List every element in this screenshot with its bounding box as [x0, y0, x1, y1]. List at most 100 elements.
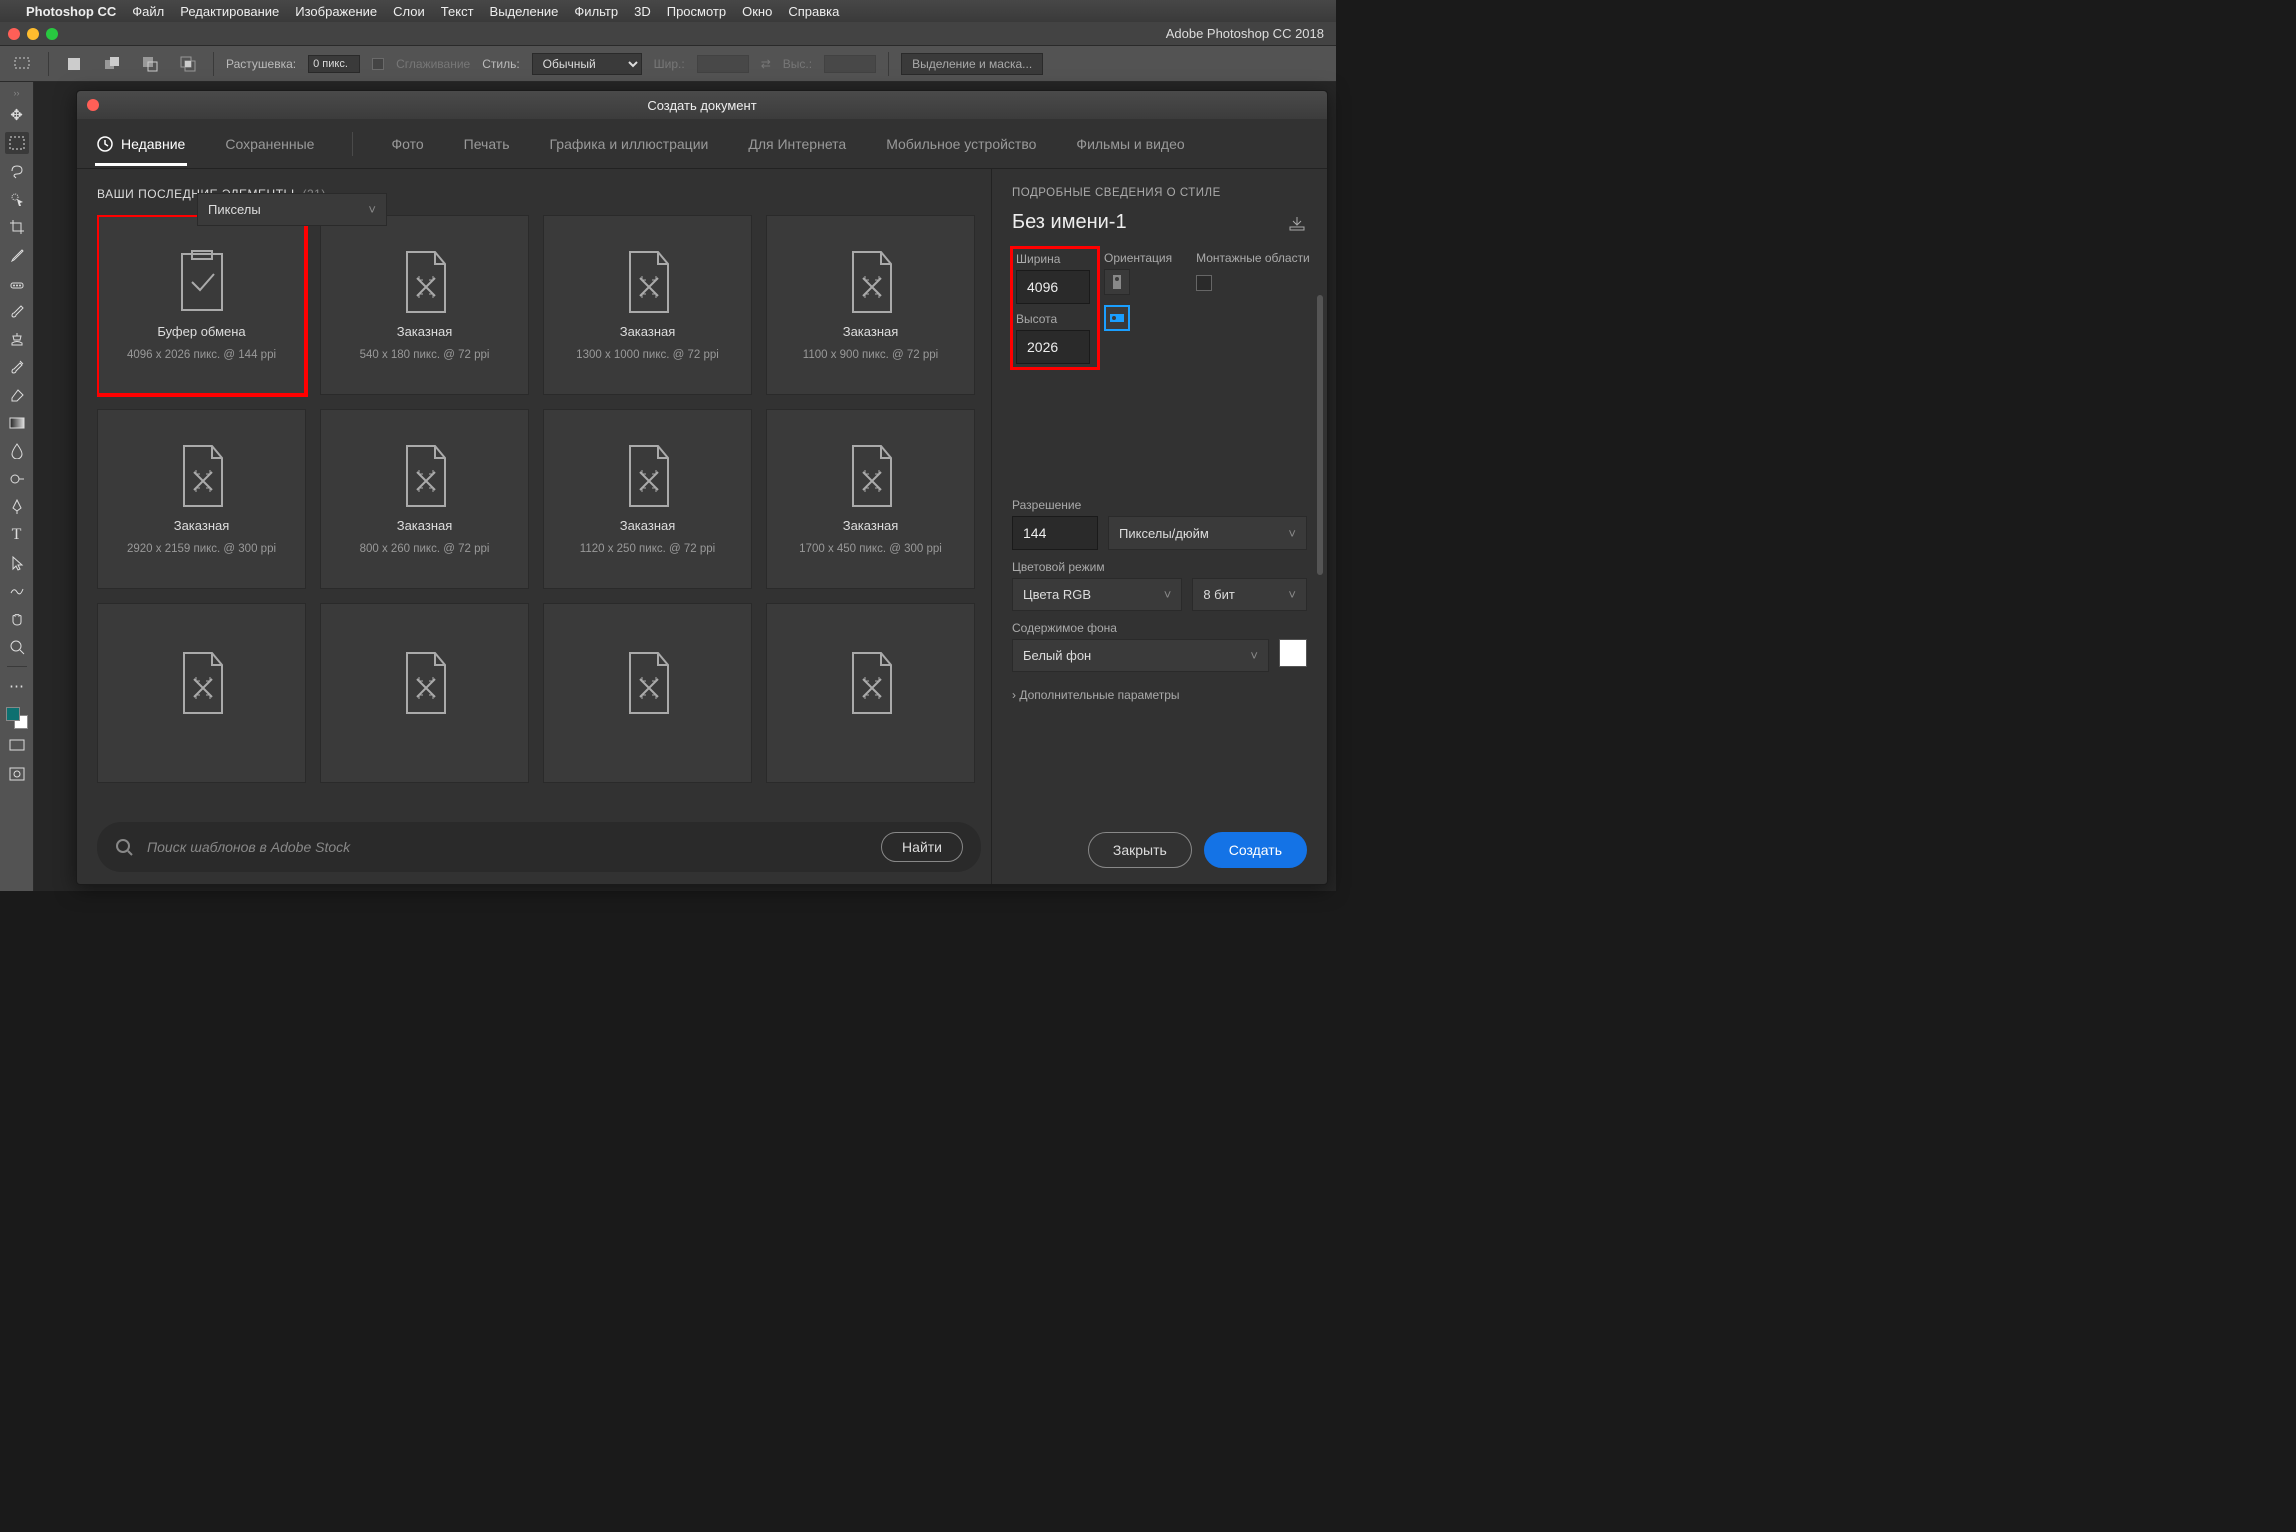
selection-intersect-icon[interactable]: [175, 51, 201, 77]
rectangular-marquee-tool[interactable]: [5, 132, 29, 154]
width-label: Шир.:: [654, 57, 685, 71]
healing-brush-tool[interactable]: [5, 272, 29, 294]
close-button[interactable]: Закрыть: [1088, 832, 1192, 868]
blur-tool[interactable]: [5, 440, 29, 462]
find-button[interactable]: Найти: [881, 832, 963, 862]
menu-window[interactable]: Окно: [742, 4, 772, 19]
preset-card[interactable]: [543, 603, 752, 783]
preset-card[interactable]: Заказная1100 x 900 пикс. @ 72 ppi: [766, 215, 975, 395]
feather-label: Растушевка:: [226, 57, 296, 71]
orientation-portrait[interactable]: [1104, 269, 1130, 295]
tab-video[interactable]: Фильмы и видео: [1074, 122, 1186, 166]
move-tool[interactable]: ✥: [5, 104, 29, 126]
hand-tool[interactable]: [5, 608, 29, 630]
preset-card[interactable]: Буфер обмена4096 x 2026 пикс. @ 144 ppi: [97, 215, 306, 395]
lasso-tool[interactable]: [5, 160, 29, 182]
fullscreen-window-button[interactable]: [46, 28, 58, 40]
gradient-tool[interactable]: [5, 412, 29, 434]
selection-subtract-icon[interactable]: [137, 51, 163, 77]
clone-stamp-tool[interactable]: [5, 328, 29, 350]
app-menu[interactable]: Photoshop CC: [26, 4, 116, 19]
preset-card[interactable]: [766, 603, 975, 783]
bg-color-swatch[interactable]: [1279, 639, 1307, 667]
dialog-titlebar: Создать документ: [77, 91, 1327, 119]
menu-image[interactable]: Изображение: [295, 4, 377, 19]
bit-depth-select[interactable]: 8 бит˅: [1192, 578, 1307, 611]
pen-tool[interactable]: [5, 496, 29, 518]
tab-saved[interactable]: Сохраненные: [223, 122, 316, 166]
preset-card[interactable]: Заказная1300 x 1000 пикс. @ 72 ppi: [543, 215, 752, 395]
brush-tool[interactable]: [5, 300, 29, 322]
resolution-units-select[interactable]: Пикселы/дюйм˅: [1108, 516, 1307, 550]
close-window-button[interactable]: [8, 28, 20, 40]
preset-card[interactable]: Заказная540 x 180 пикс. @ 72 ppi: [320, 215, 529, 395]
screen-mode-icon[interactable]: [5, 735, 29, 757]
path-select-tool[interactable]: [5, 552, 29, 574]
preset-scrollbar[interactable]: [1317, 295, 1323, 575]
create-button[interactable]: Создать: [1204, 832, 1307, 868]
color-swatches[interactable]: [6, 707, 28, 729]
tab-mobile[interactable]: Мобильное устройство: [884, 122, 1038, 166]
tab-photo[interactable]: Фото: [389, 122, 425, 166]
menu-type[interactable]: Текст: [441, 4, 474, 19]
selection-new-icon[interactable]: [61, 51, 87, 77]
preset-spec: 4096 x 2026 пикс. @ 144 ppi: [127, 349, 276, 361]
preset-card[interactable]: Заказная2920 x 2159 пикс. @ 300 ppi: [97, 409, 306, 589]
antialias-checkbox[interactable]: [372, 58, 384, 70]
menu-select[interactable]: Выделение: [490, 4, 559, 19]
preset-name: Заказная: [620, 518, 676, 533]
preset-card[interactable]: [97, 603, 306, 783]
select-and-mask-button[interactable]: Выделение и маска...: [901, 53, 1043, 75]
history-brush-tool[interactable]: [5, 356, 29, 378]
tool-preset-icon[interactable]: [10, 51, 36, 77]
edit-toolbar-icon[interactable]: ⋯: [5, 675, 29, 697]
shape-tool[interactable]: [5, 580, 29, 602]
width-label: Ширина: [1016, 252, 1094, 266]
menu-filter[interactable]: Фильтр: [574, 4, 618, 19]
bg-content-select[interactable]: Белый фон˅: [1012, 639, 1269, 672]
tab-print[interactable]: Печать: [462, 122, 512, 166]
crop-tool[interactable]: [5, 216, 29, 238]
height-input[interactable]: [1016, 330, 1090, 364]
color-mode-select[interactable]: Цвета RGB˅: [1012, 578, 1182, 611]
zoom-tool[interactable]: [5, 636, 29, 658]
resolution-input[interactable]: [1012, 516, 1098, 550]
sel-width-input[interactable]: [697, 55, 749, 73]
dialog-close-button[interactable]: [87, 99, 99, 111]
preset-card[interactable]: Заказная1120 x 250 пикс. @ 72 ppi: [543, 409, 752, 589]
menu-view[interactable]: Просмотр: [667, 4, 726, 19]
quick-mask-icon[interactable]: [5, 763, 29, 785]
orientation-landscape[interactable]: [1104, 305, 1130, 331]
width-input[interactable]: [1016, 270, 1090, 304]
eyedropper-tool[interactable]: [5, 244, 29, 266]
window-titlebar: Adobe Photoshop CC 2018: [0, 22, 1336, 46]
style-select[interactable]: Обычный: [532, 53, 642, 75]
quick-select-tool[interactable]: [5, 188, 29, 210]
menu-3d[interactable]: 3D: [634, 4, 651, 19]
type-tool[interactable]: T: [5, 524, 29, 546]
dialog-tabs: Недавние Сохраненные Фото Печать Графика…: [77, 119, 1327, 169]
minimize-window-button[interactable]: [27, 28, 39, 40]
menu-help[interactable]: Справка: [788, 4, 839, 19]
artboards-checkbox[interactable]: [1196, 275, 1212, 291]
menu-file[interactable]: Файл: [132, 4, 164, 19]
preset-card[interactable]: Заказная1700 x 450 пикс. @ 300 ppi: [766, 409, 975, 589]
preset-card[interactable]: [320, 603, 529, 783]
preset-spec: 2920 x 2159 пикс. @ 300 ppi: [127, 543, 276, 555]
style-label: Стиль:: [482, 57, 519, 71]
preset-card[interactable]: Заказная800 x 260 пикс. @ 72 ppi: [320, 409, 529, 589]
selection-add-icon[interactable]: [99, 51, 125, 77]
eraser-tool[interactable]: [5, 384, 29, 406]
tab-art[interactable]: Графика и иллюстрации: [548, 122, 711, 166]
tab-web[interactable]: Для Интернета: [746, 122, 848, 166]
stock-search-placeholder[interactable]: Поиск шаблонов в Adobe Stock: [147, 839, 867, 855]
sel-height-input[interactable]: [824, 55, 876, 73]
dodge-tool[interactable]: [5, 468, 29, 490]
menu-edit[interactable]: Редактирование: [180, 4, 279, 19]
advanced-toggle[interactable]: › Дополнительные параметры: [1012, 688, 1307, 702]
feather-input[interactable]: [308, 55, 360, 73]
menu-layers[interactable]: Слои: [393, 4, 425, 19]
preset-name: Заказная: [397, 324, 453, 339]
preset-name: Заказная: [620, 324, 676, 339]
tab-recent[interactable]: Недавние: [95, 122, 187, 166]
